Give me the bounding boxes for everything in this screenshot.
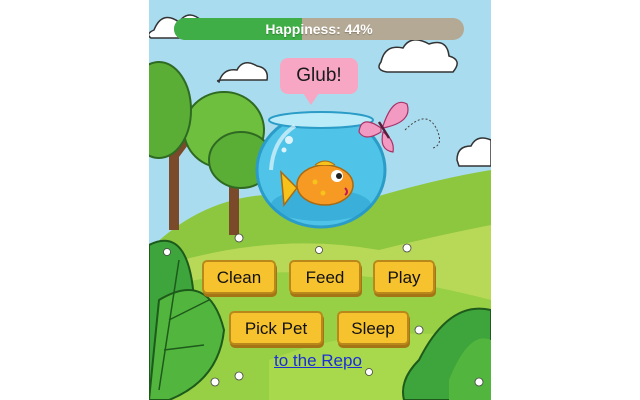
sleep-button[interactable]: Sleep bbox=[337, 311, 409, 345]
pick-pet-button[interactable]: Pick Pet bbox=[229, 311, 323, 345]
repo-link[interactable]: to the Repo bbox=[274, 351, 362, 371]
play-button[interactable]: Play bbox=[373, 260, 435, 294]
happiness-label: Happiness: 44% bbox=[265, 21, 373, 37]
game-scene: Happiness: 44% Glub! Clean Feed Play Pic… bbox=[149, 0, 491, 400]
pet-speech-bubble: Glub! bbox=[280, 58, 358, 94]
happiness-progress-bar: Happiness: 44% bbox=[174, 18, 464, 40]
clean-button[interactable]: Clean bbox=[202, 260, 276, 294]
feed-button[interactable]: Feed bbox=[289, 260, 361, 294]
speech-bubble-tail bbox=[303, 93, 319, 105]
